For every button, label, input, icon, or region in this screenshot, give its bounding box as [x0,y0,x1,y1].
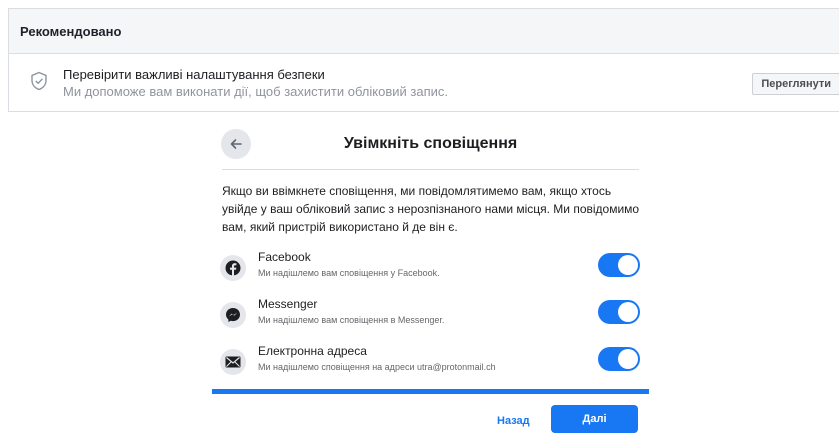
option-subtitle: Ми надішлемо сповіщення на адреси utra@p… [258,362,496,372]
next-button[interactable]: Далі [551,405,638,433]
security-check-text: Перевірити важливі налаштування безпеки … [63,67,448,100]
facebook-toggle[interactable] [598,253,640,277]
option-facebook: Facebook Ми надішлемо вам сповіщення у F… [220,249,644,285]
option-messenger: Messenger Ми надішлемо вам сповіщення в … [220,296,644,332]
option-title: Електронна адреса [258,344,367,358]
toggle-knob [618,255,638,275]
option-email: Електронна адреса Ми надішлемо сповіщенн… [220,343,644,379]
shield-check-icon [31,71,47,91]
envelope-icon [220,349,246,375]
option-title: Facebook [258,250,311,264]
dialog-description: Якщо ви ввімкнете сповіщення, ми повідом… [222,184,640,234]
option-subtitle: Ми надішлемо вам сповіщення в Messenger. [258,315,445,325]
notifications-dialog: Увімкніть сповіщення Якщо ви ввімкнете с… [212,126,649,433]
recommended-header: Рекомендовано [9,9,839,54]
review-button[interactable]: Переглянути [752,73,839,95]
toggle-knob [618,302,638,322]
option-title: Messenger [258,297,318,311]
security-check-subtitle: Ми допоможе вам виконати дії, щоб захист… [63,83,448,99]
progress-bar [212,389,649,394]
back-button[interactable]: Назад [497,415,530,427]
dialog-header: Увімкніть сповіщення [221,126,639,170]
facebook-icon [220,255,246,281]
option-subtitle: Ми надішлемо вам сповіщення у Facebook. [258,268,440,278]
messenger-icon [220,302,246,328]
recommended-card: Рекомендовано Перевірити важливі налашту… [8,8,839,112]
email-toggle[interactable] [598,347,640,371]
security-check-row: Перевірити важливі налаштування безпеки … [9,54,839,112]
security-check-title: Перевірити важливі налаштування безпеки [63,66,325,82]
dialog-title: Увімкніть сповіщення [343,135,518,152]
messenger-toggle[interactable] [598,300,640,324]
toggle-knob [618,349,638,369]
